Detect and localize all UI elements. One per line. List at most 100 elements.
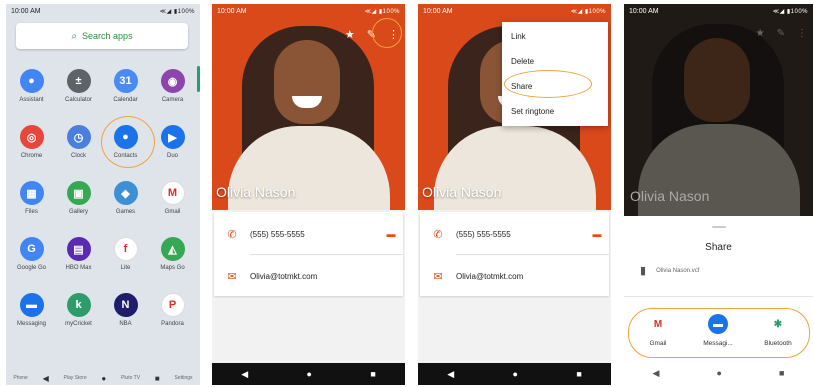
facebook-lite-icon: f xyxy=(113,237,138,261)
duo-icon: ▶ xyxy=(160,125,185,149)
mycricket-icon: k xyxy=(66,293,91,317)
app-label: Clock xyxy=(70,153,86,159)
app-maps-go[interactable]: ◭ Maps Go xyxy=(149,234,196,290)
app-games[interactable]: ◆ Games xyxy=(102,178,149,234)
status-bar: 10:00 AM ≪◢ ▮100% xyxy=(624,4,813,18)
email-row[interactable]: ✉ Olivia@totmkt.com xyxy=(420,256,609,296)
phone-row[interactable]: ✆ (555) 555-5555 ▬ xyxy=(214,214,403,254)
app-label: HBO Max xyxy=(65,265,92,271)
phone-number: (555) 555-5555 xyxy=(250,229,305,239)
dock-row: Phone ◀ Play Store ● Pluto TV ■ Settings xyxy=(6,371,200,385)
sheet-grabber[interactable] xyxy=(712,226,726,228)
app-duo[interactable]: ▶ Duo xyxy=(149,122,196,178)
row-divider xyxy=(456,254,609,255)
status-icons: ≪◢ ▮100% xyxy=(364,8,400,15)
more-options-icon: ⋮ xyxy=(797,28,807,39)
home-icon[interactable]: ● xyxy=(513,369,518,379)
app-label: Calendar xyxy=(113,97,138,103)
status-time: 10:00 AM xyxy=(11,7,41,15)
status-bar: 10:00 AM ≪◢ ▮100% xyxy=(6,4,200,18)
shared-file: ▮ Olivia Nason.vcf xyxy=(640,264,699,277)
recents-icon[interactable]: ■ xyxy=(155,374,160,383)
games-icon: ◆ xyxy=(113,181,138,205)
app-messaging[interactable]: ▬ Messaging xyxy=(8,290,55,346)
app-files[interactable]: ▦ Files xyxy=(8,178,55,234)
recents-icon[interactable]: ■ xyxy=(370,369,375,379)
app-clock[interactable]: ◷ Clock xyxy=(55,122,102,178)
back-icon[interactable]: ◀ xyxy=(447,369,454,380)
app-label: Calculator xyxy=(64,97,92,103)
contacts-highlight-circle xyxy=(101,116,155,168)
app-label: Duo xyxy=(166,153,178,159)
chrome-icon: ◎ xyxy=(19,125,44,149)
app-gallery[interactable]: ▣ Gallery xyxy=(55,178,102,234)
share-highlight-oval xyxy=(504,70,592,98)
app-hbo-max[interactable]: ▤ HBO Max xyxy=(55,234,102,290)
contact-detail-screen: Olivia Nason 10:00 AM ≪◢ ▮100% ★ ✎ ⋮ ✆ (… xyxy=(212,4,405,385)
email-address: Olivia@totmkt.com xyxy=(456,271,524,281)
star-icon[interactable]: ★ xyxy=(345,28,355,41)
navigation-bar: ◀ ● ■ xyxy=(212,363,405,385)
contact-info-card: ✆ (555) 555-5555 ▬ ✉ Olivia@totmkt.com xyxy=(214,212,403,296)
menu-item-link[interactable]: Link xyxy=(502,24,608,49)
navigation-bar: ◀ ● ■ xyxy=(418,363,611,385)
app-label: Gallery xyxy=(68,209,88,215)
share-sheet: Share ▮ Olivia Nason.vcf M Gmail ▬ Messagi.… xyxy=(624,220,813,385)
star-icon: ★ xyxy=(755,28,765,39)
status-time: 10:00 AM xyxy=(423,7,453,15)
app-label: Assistant xyxy=(19,97,44,103)
phone-row[interactable]: ✆ (555) 555-5555 ▬ xyxy=(420,214,609,254)
email-row[interactable]: ✉ Olivia@totmkt.com xyxy=(214,256,403,296)
maps-go-icon: ◭ xyxy=(160,237,185,261)
app-calculator[interactable]: ± Calculator xyxy=(55,66,102,122)
calendar-icon: 31 xyxy=(113,69,138,93)
messaging-icon: ▬ xyxy=(19,293,44,317)
recents-icon[interactable]: ■ xyxy=(576,369,581,379)
camera-icon: ◉ xyxy=(160,69,185,93)
dock-plutotv-label[interactable]: Pluto TV xyxy=(121,375,140,381)
phone-icon: ✆ xyxy=(227,228,237,241)
dock-phone-label[interactable]: Phone xyxy=(13,375,27,381)
email-icon: ✉ xyxy=(227,270,237,283)
app-pandora[interactable]: P Pandora xyxy=(149,290,196,346)
status-icons: ≪◢ ▮100% xyxy=(570,8,606,15)
app-calendar[interactable]: 31 Calendar xyxy=(102,66,149,122)
clock-icon: ◷ xyxy=(66,125,91,149)
nba-icon: N xyxy=(113,293,138,317)
row-divider xyxy=(250,254,403,255)
menu-item-set-ringtone[interactable]: Set ringtone xyxy=(502,99,608,124)
status-time: 10:00 AM xyxy=(217,7,247,15)
back-icon[interactable]: ◀ xyxy=(653,368,660,379)
app-gmail[interactable]: M Gmail xyxy=(149,178,196,234)
back-icon[interactable]: ◀ xyxy=(241,369,248,380)
recents-icon[interactable]: ■ xyxy=(779,368,784,378)
google-go-icon: G xyxy=(19,237,44,261)
dock-settings-label[interactable]: Settings xyxy=(174,375,192,381)
message-icon[interactable]: ▬ xyxy=(379,229,403,239)
dock-playstore-label[interactable]: Play Store xyxy=(64,375,87,381)
app-chrome[interactable]: ◎ Chrome xyxy=(8,122,55,178)
app-google-go[interactable]: G Google Go xyxy=(8,234,55,290)
app-assistant[interactable]: ● Assistant xyxy=(8,66,55,122)
share-title: Share xyxy=(705,242,732,253)
phone-icon: ✆ xyxy=(433,228,443,241)
app-label: Games xyxy=(115,209,136,215)
contact-info-card: ✆ (555) 555-5555 ▬ ✉ Olivia@totmkt.com xyxy=(420,212,609,296)
home-icon[interactable]: ● xyxy=(101,374,106,383)
app-label: Camera xyxy=(161,97,184,103)
home-icon[interactable]: ● xyxy=(307,369,312,379)
search-apps-bar[interactable]: ⌕ Search apps xyxy=(16,23,188,49)
app-camera[interactable]: ◉ Camera xyxy=(149,66,196,122)
app-mycricket[interactable]: k myCricket xyxy=(55,290,102,346)
contact-name: Olivia Nason xyxy=(630,188,710,204)
photo-face xyxy=(684,38,750,122)
scroll-indicator[interactable] xyxy=(197,66,200,92)
message-icon[interactable]: ▬ xyxy=(585,229,609,239)
home-icon[interactable]: ● xyxy=(717,368,722,378)
back-icon[interactable]: ◀ xyxy=(43,374,49,383)
hbo-max-icon: ▤ xyxy=(66,237,91,261)
status-icons: ≪◢ ▮100% xyxy=(772,8,808,15)
app-nba[interactable]: N NBA xyxy=(102,290,149,346)
photo-face xyxy=(274,40,340,124)
app-lite[interactable]: f Lite xyxy=(102,234,149,290)
